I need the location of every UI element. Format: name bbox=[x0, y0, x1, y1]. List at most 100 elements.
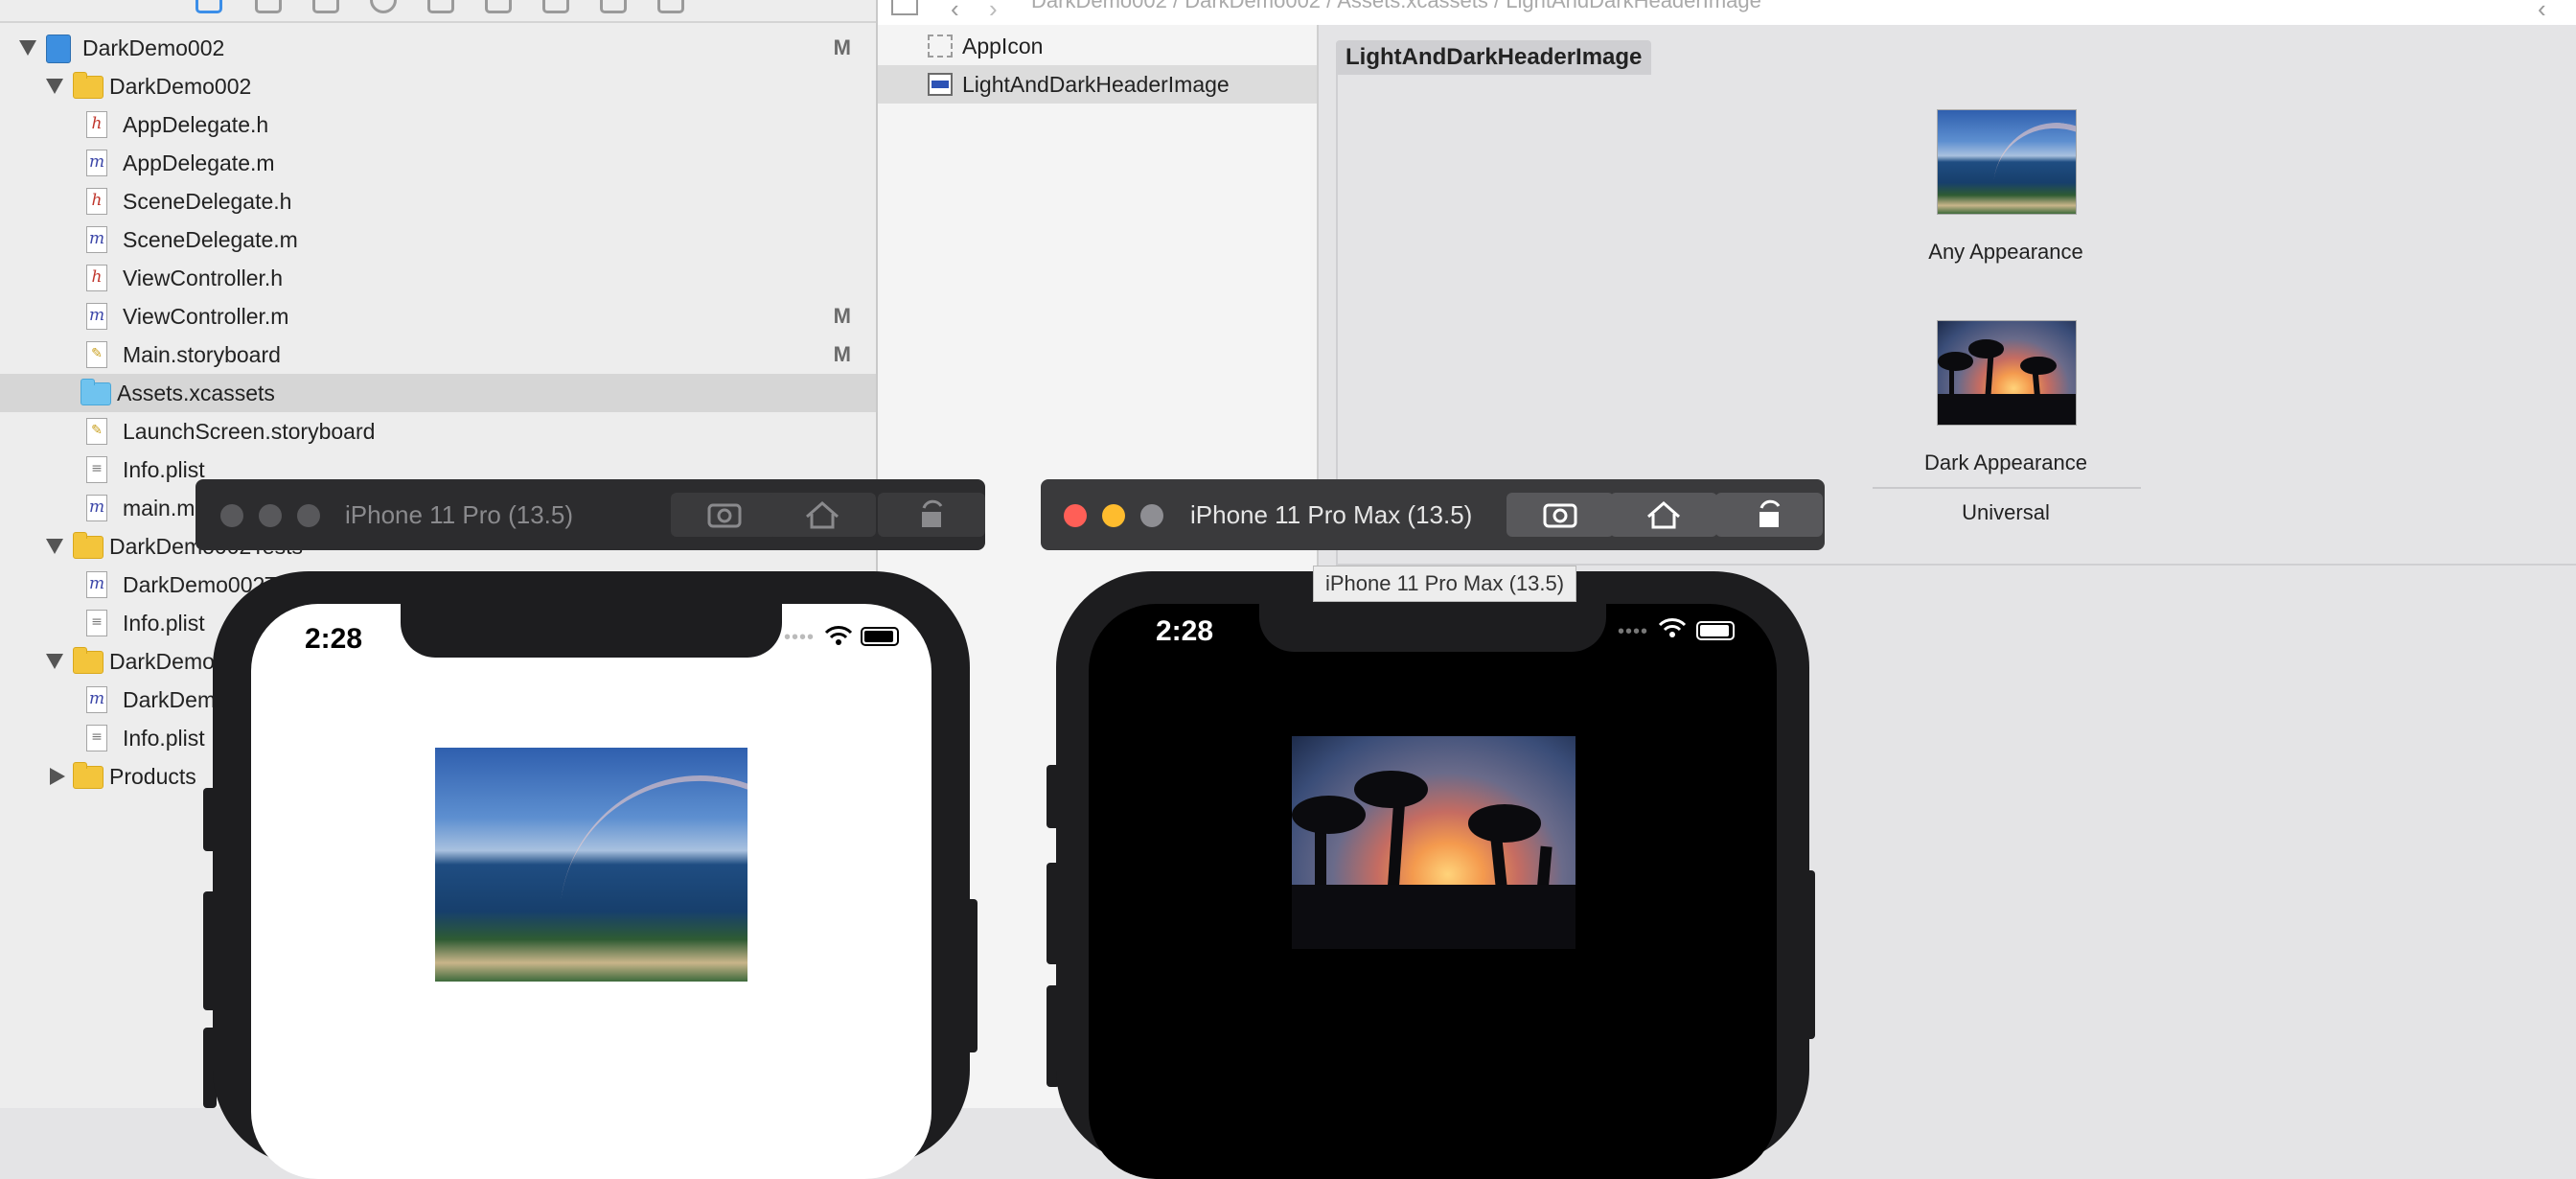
tree-item[interactable]: DarkDemo002 bbox=[0, 67, 876, 105]
notch bbox=[401, 604, 782, 658]
tree-item[interactable]: h SceneDelegate.h bbox=[0, 182, 876, 220]
scm-modified-badge: M bbox=[833, 304, 851, 328]
navigator-toolbar bbox=[0, 0, 876, 23]
home-icon bbox=[1647, 501, 1680, 529]
header-file-icon: h bbox=[86, 111, 107, 138]
tree-item[interactable]: m AppDelegate.m bbox=[0, 144, 876, 182]
scm-modified-badge: M bbox=[833, 35, 851, 59]
screenshot-button[interactable] bbox=[671, 493, 778, 537]
breadcrumb-group[interactable]: DarkDemo002 bbox=[1184, 0, 1321, 12]
dark-appearance-label: Dark Appearance bbox=[1924, 451, 2087, 474]
zoom-icon[interactable] bbox=[297, 504, 320, 527]
disclosure-open-icon[interactable] bbox=[46, 79, 63, 94]
camera-icon bbox=[707, 503, 742, 528]
screenshot-button[interactable] bbox=[1506, 493, 1614, 537]
project-icon bbox=[46, 35, 71, 63]
storyboard-icon: ✎ bbox=[86, 418, 107, 445]
signal-icon: •••• bbox=[1618, 621, 1649, 642]
tree-item[interactable]: DarkDemo002 M bbox=[0, 29, 876, 67]
header-image-light bbox=[435, 748, 748, 982]
find-icon[interactable] bbox=[370, 0, 397, 13]
rotate-button[interactable] bbox=[878, 493, 985, 537]
tree-item[interactable]: m SceneDelegate.m bbox=[0, 220, 876, 259]
source-control-icon[interactable] bbox=[255, 0, 282, 13]
symbol-nav-icon[interactable] bbox=[312, 0, 339, 13]
plist-icon: ≡ bbox=[86, 725, 107, 751]
storyboard-icon: ✎ bbox=[86, 341, 107, 368]
iphone-11-pro-max-screen[interactable]: 2:28 •••• bbox=[1089, 604, 1777, 1179]
minimize-icon[interactable] bbox=[1102, 504, 1125, 527]
source-file-icon: m bbox=[86, 303, 107, 330]
battery-icon bbox=[1696, 621, 1735, 640]
tree-item[interactable]: ✎ LaunchScreen.storyboard bbox=[0, 412, 876, 451]
back-icon[interactable]: ‹ bbox=[951, 0, 959, 24]
disclosure-closed-icon[interactable] bbox=[50, 768, 65, 785]
tree-item-label: DarkDemo002 bbox=[82, 35, 225, 60]
folder-icon bbox=[73, 762, 104, 789]
close-icon[interactable] bbox=[220, 504, 243, 527]
breakpoint-icon[interactable] bbox=[600, 0, 627, 13]
test-icon[interactable] bbox=[485, 0, 512, 13]
iphone-11-pro-max-device: 2:28 •••• bbox=[1056, 571, 1809, 1179]
slot-divider bbox=[1873, 487, 2141, 489]
disclosure-open-icon[interactable] bbox=[46, 654, 63, 669]
breadcrumb-image-set[interactable]: LightAndDarkHeaderImage bbox=[1506, 0, 1761, 12]
iphone-11-pro-device: 2:28 •••• bbox=[213, 571, 970, 1179]
simulator-pro-titlebar[interactable]: iPhone 11 Pro (13.5) bbox=[196, 479, 985, 550]
folder-nav-icon[interactable] bbox=[196, 0, 222, 13]
zoom-icon[interactable] bbox=[1140, 504, 1163, 527]
disclosure-open-icon[interactable] bbox=[46, 539, 63, 554]
any-appearance-well[interactable] bbox=[1937, 109, 2077, 215]
status-time: 2:28 bbox=[305, 623, 363, 655]
tree-item-label: AppDelegate.h bbox=[123, 112, 269, 137]
header-file-icon: h bbox=[86, 265, 107, 291]
tree-item[interactable]: m ViewController.m M bbox=[0, 297, 876, 335]
dark-appearance-well[interactable] bbox=[1937, 320, 2077, 426]
home-button[interactable] bbox=[1610, 493, 1717, 537]
camera-icon bbox=[1543, 503, 1577, 528]
asset-item-header-image[interactable]: LightAndDarkHeaderImage bbox=[878, 65, 1317, 104]
jump-bar: ‹ › DarkDemo002 / DarkDemo002 / Assets.x… bbox=[878, 0, 2576, 27]
iphone-11-pro-screen[interactable]: 2:28 •••• bbox=[251, 604, 932, 1179]
source-file-icon: m bbox=[86, 150, 107, 176]
rotate-icon bbox=[1760, 499, 1781, 527]
home-button[interactable] bbox=[769, 493, 876, 537]
tree-item[interactable]: h AppDelegate.h bbox=[0, 105, 876, 144]
asset-item-label: AppIcon bbox=[962, 34, 1044, 58]
tree-item[interactable]: ✎ Main.storyboard M bbox=[0, 335, 876, 374]
tree-item-label: Info.plist bbox=[123, 726, 205, 751]
issue-icon[interactable] bbox=[427, 0, 454, 13]
close-icon[interactable] bbox=[1064, 504, 1087, 527]
breadcrumb-assets[interactable]: Assets.xcassets bbox=[1337, 0, 1488, 12]
jump-back-icon[interactable]: ‹ bbox=[2538, 0, 2546, 24]
debug-icon[interactable] bbox=[542, 0, 569, 13]
header-file-icon: h bbox=[86, 188, 107, 215]
tree-item-label: LaunchScreen.storyboard bbox=[123, 419, 376, 444]
status-time: 2:28 bbox=[1156, 615, 1214, 647]
simulator-pro-max-titlebar[interactable]: iPhone 11 Pro Max (13.5) bbox=[1041, 479, 1825, 550]
source-file-icon: m bbox=[86, 226, 107, 253]
tree-item-label: Assets.xcassets bbox=[117, 381, 275, 405]
tree-item[interactable]: h ViewController.h bbox=[0, 259, 876, 297]
tree-item-label: ViewController.h bbox=[123, 266, 284, 290]
tree-item-label: DarkDemo002 bbox=[109, 74, 252, 99]
header-image-dark bbox=[1292, 736, 1576, 949]
related-items-icon[interactable] bbox=[891, 0, 918, 15]
simulator-title: iPhone 11 Pro Max (13.5) bbox=[1190, 500, 1473, 529]
breadcrumb-project[interactable]: DarkDemo002 bbox=[1031, 0, 1167, 12]
rotate-icon bbox=[922, 499, 943, 527]
folder-icon bbox=[73, 647, 104, 674]
image-set-icon bbox=[928, 73, 953, 96]
rotate-button[interactable] bbox=[1715, 493, 1823, 537]
minimize-icon[interactable] bbox=[259, 504, 282, 527]
battery-icon bbox=[861, 627, 899, 646]
asset-item-appicon[interactable]: AppIcon bbox=[878, 27, 1317, 65]
tree-item-label: main.m bbox=[123, 496, 196, 520]
image-set-title[interactable]: LightAndDarkHeaderImage bbox=[1336, 40, 1652, 75]
forward-icon[interactable]: › bbox=[989, 0, 998, 24]
tree-item-label: Info.plist bbox=[123, 611, 205, 636]
report-icon[interactable] bbox=[657, 0, 684, 13]
tree-item-label: ViewController.m bbox=[123, 304, 289, 329]
tree-item[interactable]: Assets.xcassets bbox=[0, 374, 876, 412]
disclosure-open-icon[interactable] bbox=[19, 40, 36, 56]
